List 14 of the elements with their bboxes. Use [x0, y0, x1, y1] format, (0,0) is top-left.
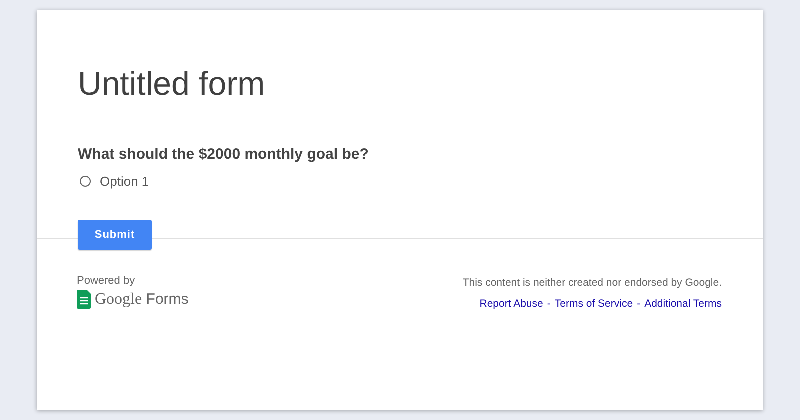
footer-link[interactable]: Additional Terms — [644, 298, 722, 310]
disclaimer-text: This content is neither created nor endorsed by Google. — [462, 277, 722, 289]
powered-by-text: Powered by — [77, 275, 136, 287]
footer-link[interactable]: Terms of Service — [554, 298, 634, 310]
footer-link[interactable]: Report Abuse — [480, 298, 544, 310]
link-separator: - — [637, 298, 641, 310]
link-separator: - — [547, 298, 551, 310]
submit-button[interactable]: Submit — [78, 220, 152, 250]
radio-button[interactable] — [80, 176, 91, 187]
option-label: Option 1 — [100, 174, 150, 189]
form-title: Untitled form — [78, 64, 266, 104]
sheet-icon — [77, 290, 91, 309]
brand-name: Google Forms — [95, 290, 189, 308]
question-text: What should the $2000 monthly goal be? — [78, 146, 370, 163]
